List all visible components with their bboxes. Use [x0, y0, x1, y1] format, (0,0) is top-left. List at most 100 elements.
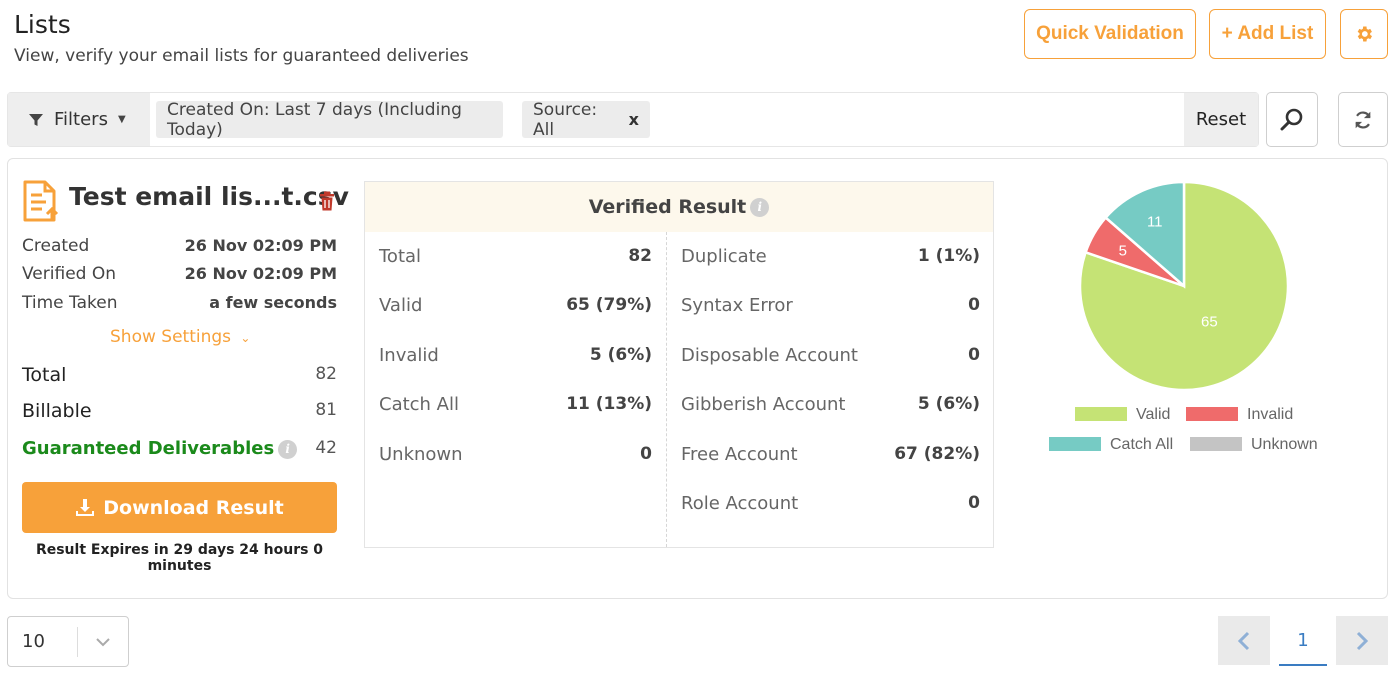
- guaranteed-value: 42: [315, 438, 337, 458]
- page-title: Lists: [14, 10, 71, 39]
- result-label: Role Account: [681, 493, 799, 514]
- refresh-icon: [1355, 111, 1371, 128]
- legend-swatch: [1075, 407, 1127, 421]
- result-value: 0: [968, 295, 980, 315]
- result-row: Duplicate 1 (1%): [681, 246, 980, 267]
- file-upload-icon: [23, 180, 59, 222]
- download-icon: [76, 498, 95, 516]
- filter-chip-label: Source: All: [533, 99, 598, 140]
- legend-swatch: [1190, 437, 1242, 451]
- result-row: Disposable Account 0: [681, 345, 980, 366]
- chevron-right-icon: [1356, 631, 1369, 650]
- result-value: 65 (79%): [566, 295, 652, 315]
- billable-label: Billable: [22, 400, 92, 422]
- legend-item-valid[interactable]: Valid: [1075, 406, 1170, 423]
- guaranteed-label: Guaranteed Deliverables i: [22, 438, 298, 459]
- quick-validation-button[interactable]: Quick Validation: [1024, 9, 1196, 59]
- page-size-value: 10: [8, 626, 78, 657]
- verified-left-column: Total 82 Valid 65 (79%) Invalid 5 (6%) Catc…: [365, 232, 666, 547]
- legend-label: Valid: [1136, 406, 1170, 423]
- search-icon: [1280, 108, 1303, 130]
- page-number[interactable]: 1: [1279, 616, 1327, 666]
- filter-bar: Filters ▼ Created On: Last 7 days (Inclu…: [7, 92, 1259, 147]
- result-value: 82: [628, 246, 652, 266]
- settings-button[interactable]: [1340, 9, 1388, 59]
- result-label: Duplicate: [681, 246, 767, 267]
- total-row: Total 82: [22, 364, 337, 386]
- result-label: Unknown: [379, 444, 463, 465]
- add-list-button[interactable]: + Add List: [1209, 9, 1326, 59]
- verified-label: Verified On: [22, 264, 116, 284]
- result-value: 1 (1%): [917, 246, 980, 266]
- chevron-down-icon: ⌄: [240, 331, 251, 345]
- refresh-button[interactable]: [1338, 92, 1388, 147]
- result-row: Free Account 67 (82%): [681, 444, 980, 465]
- verified-result-header: Verified Result i: [365, 182, 993, 232]
- time-taken-label: Time Taken: [22, 293, 118, 313]
- created-value: 26 Nov 02:09 PM: [184, 236, 337, 255]
- result-value: 11 (13%): [566, 394, 652, 414]
- verified-right-column: Duplicate 1 (1%) Syntax Error 0 Disposable…: [666, 232, 994, 547]
- result-label: Valid: [379, 295, 423, 316]
- result-value: 5 (6%): [917, 394, 980, 414]
- file-name: Test email lis...t.csv: [69, 182, 349, 211]
- legend-item-catch-all[interactable]: Catch All: [1049, 436, 1173, 453]
- verified-result-title: Verified Result: [588, 196, 747, 218]
- time-taken-row: Time Taken a few seconds: [22, 293, 337, 313]
- result-row: Valid 65 (79%): [379, 295, 652, 316]
- reset-button[interactable]: Reset: [1184, 93, 1258, 146]
- guaranteed-row: Guaranteed Deliverables i 42: [22, 438, 337, 459]
- result-row: Syntax Error 0: [681, 295, 980, 316]
- page-size-select[interactable]: 10: [7, 616, 129, 667]
- pie-data-label: 11: [1147, 214, 1163, 231]
- result-value: 67 (82%): [894, 444, 980, 464]
- legend-swatch: [1186, 407, 1238, 421]
- verified-result-panel: Verified Result i Total 82 Valid 65 (79%) …: [364, 181, 994, 548]
- info-icon[interactable]: i: [278, 439, 298, 459]
- time-taken-value: a few seconds: [209, 293, 337, 312]
- filter-chip-source[interactable]: Source: All x: [522, 99, 650, 140]
- chevron-down-icon: [78, 637, 128, 647]
- chevron-left-icon: [1237, 631, 1250, 650]
- show-settings-link[interactable]: Show Settings ⌄: [110, 327, 250, 347]
- result-row: Total 82: [379, 246, 652, 267]
- caret-down-icon: ▼: [117, 114, 126, 125]
- total-value: 82: [315, 364, 337, 384]
- prev-page-button[interactable]: [1218, 616, 1270, 665]
- legend-item-unknown[interactable]: Unknown: [1190, 436, 1318, 453]
- legend-label: Catch All: [1110, 436, 1173, 453]
- pie-svg: 65 5 11 Valid Invalid Catch All Unknown: [1049, 180, 1318, 453]
- result-label: Total: [379, 246, 422, 267]
- download-label: Download Result: [103, 496, 284, 519]
- filters-label: Filters: [54, 109, 108, 130]
- created-label: Created: [22, 236, 90, 256]
- billable-row: Billable 81: [22, 400, 337, 422]
- result-value: 5 (6%): [589, 345, 652, 365]
- legend-item-invalid[interactable]: Invalid: [1186, 406, 1293, 423]
- result-pie-chart: 65 5 11 Valid Invalid Catch All Unknown: [1040, 170, 1330, 470]
- close-icon[interactable]: x: [629, 110, 639, 129]
- result-value: 0: [640, 444, 652, 464]
- next-page-button[interactable]: [1336, 616, 1388, 665]
- search-button[interactable]: [1266, 92, 1318, 147]
- verified-value: 26 Nov 02:09 PM: [184, 264, 337, 283]
- legend-label: Unknown: [1251, 436, 1318, 453]
- trash-icon[interactable]: [318, 191, 336, 211]
- filters-dropdown[interactable]: Filters ▼: [8, 93, 150, 146]
- filter-chip-created[interactable]: Created On: Last 7 days (Including Today…: [156, 100, 503, 140]
- result-row: Invalid 5 (6%): [379, 345, 652, 366]
- verified-row: Verified On 26 Nov 02:09 PM: [22, 264, 337, 284]
- result-label: Gibberish Account: [681, 394, 846, 415]
- legend-swatch: [1049, 437, 1101, 451]
- expiry-text: Result Expires in 29 days 24 hours 0 min…: [35, 542, 324, 574]
- result-row: Catch All 11 (13%): [379, 394, 652, 415]
- download-result-button[interactable]: Download Result: [22, 482, 337, 533]
- result-label: Free Account: [681, 444, 798, 465]
- created-row: Created 26 Nov 02:09 PM: [22, 236, 337, 256]
- result-label: Catch All: [379, 394, 459, 415]
- result-value: 0: [968, 345, 980, 365]
- filter-icon: [29, 113, 43, 126]
- total-label: Total: [22, 364, 67, 386]
- info-icon[interactable]: i: [750, 197, 770, 217]
- page-subtitle: View, verify your email lists for guaran…: [14, 46, 469, 66]
